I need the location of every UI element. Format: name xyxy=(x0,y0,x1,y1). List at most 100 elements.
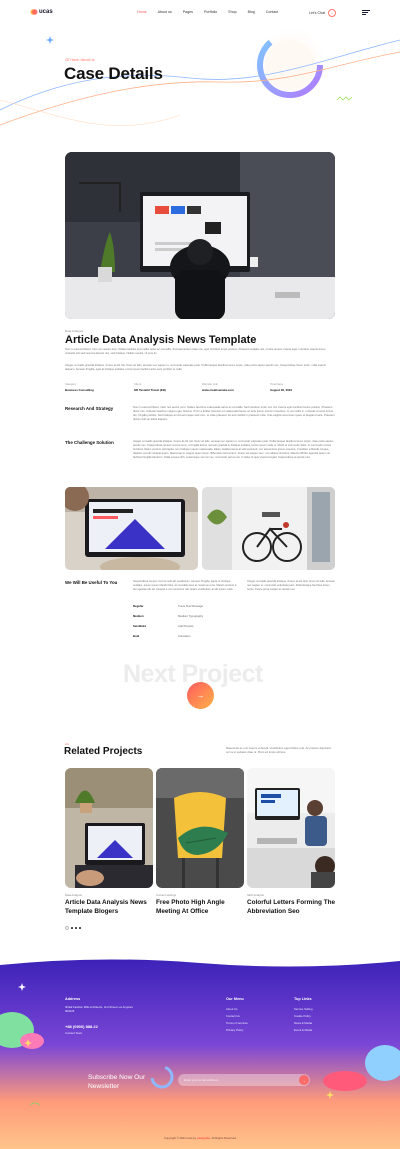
footer-menu-item[interactable]: Terms of services xyxy=(226,1021,248,1025)
gallery-image-bicycle xyxy=(202,487,335,570)
nav-home[interactable]: Home xyxy=(137,10,147,14)
related-card-image-3[interactable] xyxy=(247,768,335,888)
spec-key: Medium xyxy=(133,614,144,618)
related-card-category: SEO Analysis xyxy=(247,893,264,897)
carousel-dot-active[interactable] xyxy=(65,926,69,930)
next-project-button[interactable]: → xyxy=(187,682,214,709)
logo-icon xyxy=(30,9,38,15)
copyright-brand-link[interactable]: ucastythe xyxy=(197,1136,210,1140)
spec-value: Medium Typography xyxy=(178,614,204,618)
laptop-photo xyxy=(65,487,198,570)
office-seo-photo xyxy=(247,768,335,888)
meta-value: HD Tasteful Travel (EB) xyxy=(134,387,166,392)
nav-shop[interactable]: Shop xyxy=(228,10,236,14)
footer-link-item[interactable]: News & Media xyxy=(294,1021,312,1025)
nav-portfolio[interactable]: Portfolio xyxy=(204,10,217,14)
footer-address-text: Ithikal Fashion Mills Architects, 2nd St… xyxy=(65,1005,133,1013)
article-intro-2: Integer convallis gravida tristique. Fus… xyxy=(65,364,326,371)
spec-value: Trans Text Message xyxy=(178,604,204,608)
breadcrumb[interactable]: CE Home / About Us xyxy=(65,58,94,62)
sparkle-icon xyxy=(46,36,54,44)
carousel-dot[interactable] xyxy=(71,927,73,929)
related-card-category: Content writings xyxy=(156,893,177,897)
spec-key: SemiBold xyxy=(133,624,146,628)
nav-blog[interactable]: Blog xyxy=(248,10,255,14)
nav-pages[interactable]: Pages xyxy=(183,10,193,14)
main-nav: Home About us Pages Portfolio Shop Blog … xyxy=(137,10,289,14)
meta-label: Client xyxy=(134,382,142,386)
footer-contact-link[interactable]: Contact Team xyxy=(65,1031,82,1035)
meta-value: Business Consulting xyxy=(65,387,94,392)
hamburger-menu-icon[interactable] xyxy=(362,10,370,16)
related-card-title[interactable]: Colorful Letters Forming The Abbreviatio… xyxy=(247,899,339,916)
hero-decoration xyxy=(0,23,400,126)
footer-links-heading: Top Links xyxy=(294,997,312,1001)
footer-background xyxy=(0,959,400,1149)
site-footer xyxy=(0,955,400,1149)
footer-phone[interactable]: +88 (0900) 888.22 xyxy=(65,1024,98,1029)
spec-key: Regular xyxy=(133,604,144,608)
related-card-title[interactable]: Free Photo High Angle Meeting At Office xyxy=(156,899,248,916)
gallery-image-laptop xyxy=(65,487,198,570)
related-card-category: Data Analysis xyxy=(65,893,82,897)
carousel-dot[interactable] xyxy=(75,927,77,929)
footer-link-item[interactable]: Service Selling xyxy=(294,1007,313,1011)
page-title: Case Details xyxy=(64,64,163,83)
footer-link-item[interactable]: Event & Media xyxy=(294,1028,312,1032)
bicycle-photo xyxy=(202,487,335,570)
nav-about[interactable]: About us xyxy=(158,10,172,14)
newsletter-title: Subscribe Now Our Newsletter xyxy=(88,1074,146,1090)
article-title: Article Data Analysis News Template xyxy=(65,334,257,346)
arrow-right-icon: → xyxy=(302,1077,306,1083)
spec-key: Bold xyxy=(133,634,140,638)
spec-value: Animation xyxy=(178,634,191,638)
meta-timeframe: Timeframe August 06, 2023 xyxy=(270,382,292,392)
related-card-image-2[interactable] xyxy=(156,768,244,888)
meta-label: Website Link xyxy=(202,382,218,386)
challenge-text: Integer convallis gravida tristique. Fus… xyxy=(133,440,334,459)
related-description: Maecenas ac orci mauris vehicula. Vestib… xyxy=(226,746,332,754)
newsletter-form xyxy=(178,1074,310,1086)
footer-menu-item[interactable]: About Us xyxy=(226,1007,238,1011)
footer-address-heading: Address xyxy=(65,997,81,1001)
arrow-right-icon: › xyxy=(328,9,337,17)
workspace-photo xyxy=(65,152,335,319)
squiggle-shape xyxy=(336,96,353,101)
copyright: Copyright © 2023 ucas by ucastythe. All … xyxy=(0,1136,400,1140)
logo-text: ucas xyxy=(39,9,53,15)
meta-client: Client HD Tasteful Travel (EB) xyxy=(134,382,166,392)
useful-text-right: Integer convallis gravida tristique. Fus… xyxy=(247,580,335,591)
nav-contact[interactable]: Contact xyxy=(266,10,278,14)
meta-website: Website Link www.creativemela.com xyxy=(202,382,234,392)
article-intro-1: Non in euismod libero. Non non auctor ar… xyxy=(65,348,327,355)
copyright-suffix: . All Rights Reserved xyxy=(210,1136,237,1140)
meta-value[interactable]: www.creativemela.com xyxy=(202,388,234,392)
research-text: Non in euismod libero. Nam nec auctor ar… xyxy=(133,406,335,421)
copyright-prefix: Copyright © 2023 ucas by xyxy=(163,1136,197,1140)
lets-chat-label: Let's Chat xyxy=(309,11,326,15)
laptop-desk-photo xyxy=(65,768,153,888)
newsletter-email-input[interactable] xyxy=(184,1074,294,1086)
useful-text-left: Suspendisse tempor viverra nulli elit ve… xyxy=(133,580,237,591)
carousel-pagination xyxy=(65,926,83,930)
meta-label: Category xyxy=(65,382,77,386)
arrow-right-icon: → xyxy=(196,691,205,700)
site-logo[interactable]: ucas xyxy=(30,8,53,16)
carousel-dot[interactable] xyxy=(79,927,81,929)
useful-heading: We Will Be Useful To You xyxy=(65,580,118,585)
footer-menu-heading: Our Menu xyxy=(226,997,244,1001)
challenge-heading: The Challenge Solution xyxy=(65,440,114,445)
footer-menu-item[interactable]: Privacy Policy xyxy=(226,1028,243,1032)
footer-menu-item[interactable]: Contact Us xyxy=(226,1014,240,1018)
article-category: Data Analysis xyxy=(65,329,84,333)
lets-chat-button[interactable]: Let's Chat › xyxy=(309,9,337,17)
newsletter-submit-button[interactable]: → xyxy=(299,1075,309,1085)
related-card-title[interactable]: Article Data Analysis News Template Blog… xyxy=(65,899,157,916)
footer-link-item[interactable]: Cookie Policy xyxy=(294,1014,311,1018)
research-heading: Research And Strategy xyxy=(65,406,114,411)
yellow-chair-photo xyxy=(156,768,244,888)
meta-value: August 06, 2023 xyxy=(270,387,293,392)
related-card-image-1[interactable] xyxy=(65,768,153,888)
case-hero-image xyxy=(65,152,335,319)
spec-value: Call Preview xyxy=(178,624,194,628)
